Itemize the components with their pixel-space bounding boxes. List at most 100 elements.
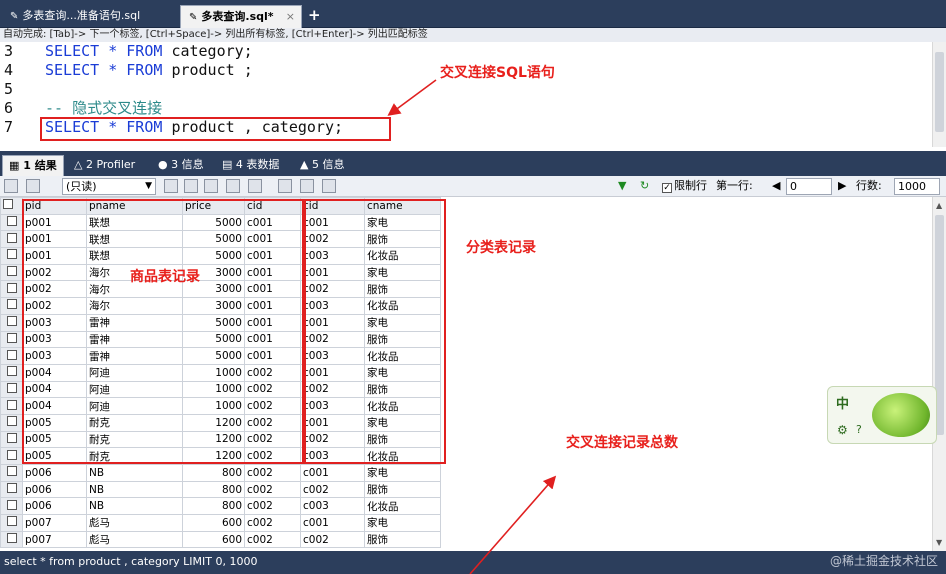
tab-info[interactable]: ● 3 信息 [152,155,210,176]
checkbox-icon[interactable] [6,216,17,227]
table-cell[interactable]: c002 [300,530,365,549]
table-cell[interactable]: p007 [22,530,87,549]
table-cell[interactable]: c002 [244,464,301,482]
row-selector[interactable] [0,464,23,482]
row-selector[interactable] [0,397,23,415]
table-row[interactable]: p007 彪马 600 c002 c002 服饰 [0,530,441,549]
tab-info-2[interactable]: ▲ 5 信息 [294,155,350,176]
table-cell[interactable]: c002 [244,497,301,516]
new-tab-button[interactable]: + [308,6,321,24]
help-icon[interactable]: ? [856,423,862,436]
row-selector[interactable] [0,280,23,299]
row-selector[interactable] [0,380,23,399]
row-selector[interactable] [0,230,23,249]
checkbox-icon[interactable] [6,266,17,277]
table-cell[interactable]: c002 [300,480,365,499]
ime-widget[interactable]: 中 ⚙ ? [827,386,937,444]
table-cell[interactable]: c002 [244,530,301,549]
row-selector[interactable] [0,297,23,315]
row-selector[interactable] [0,363,23,382]
checkbox-icon[interactable] [6,249,17,260]
row-selector[interactable] [0,530,23,549]
close-tab-icon[interactable]: × [286,6,295,28]
query-tab-prepare[interactable]: ✎ 多表查询...准备语句.sql [2,5,177,28]
table-cell[interactable]: c003 [300,497,365,516]
table-cell[interactable]: p006 [22,480,87,499]
tab-profiler[interactable]: △ 2 Profiler [68,155,141,176]
row-selector[interactable] [0,247,23,265]
table-cell[interactable]: 家电 [364,464,441,482]
checkbox-icon[interactable] [6,316,17,327]
table-cell[interactable]: p006 [22,497,87,516]
row-selector[interactable] [0,413,23,432]
checkbox-icon[interactable] [6,282,17,293]
checkbox-icon[interactable] [3,199,13,210]
checkbox-icon[interactable] [6,466,17,477]
code-line-comment[interactable]: -- 隐式交叉连接 [45,99,162,118]
checkbox-icon[interactable] [6,432,17,443]
row-selector[interactable] [0,313,23,332]
grid-scrollbar[interactable]: ▲ ▼ [932,197,946,551]
text-view-icon[interactable] [322,179,336,193]
table-row[interactable]: p006 NB 800 c002 c003 化妆品 [0,497,441,516]
table-cell[interactable]: 600 [182,530,245,549]
table-cell[interactable]: 800 [182,464,245,482]
table-cell[interactable]: c001 [300,514,365,532]
scroll-down-icon[interactable]: ▼ [936,538,942,547]
table-cell[interactable]: 800 [182,480,245,499]
scroll-thumb[interactable] [935,52,944,132]
code-line[interactable]: SELECT * FROM product ; [45,61,253,80]
code-line[interactable]: SELECT * FROM category; [45,42,253,61]
copy-icon[interactable] [164,179,178,193]
table-cell[interactable]: NB [86,464,183,482]
checkbox-icon[interactable] [6,499,17,510]
row-selector[interactable] [0,213,23,232]
row-selector[interactable] [0,447,23,465]
checkbox-icon[interactable] [6,299,17,310]
table-cell[interactable]: c002 [244,480,301,499]
add-row-icon[interactable] [4,179,18,193]
paste-icon[interactable] [184,179,198,193]
table-cell[interactable]: 家电 [364,514,441,532]
table-cell[interactable]: NB [86,497,183,516]
checkbox-icon[interactable] [6,232,17,243]
table-row[interactable]: p007 彪马 600 c002 c001 家电 [0,514,441,532]
result-mode-select[interactable]: (只读) ▼ [62,178,156,195]
checkbox-icon[interactable] [6,382,17,393]
tab-table-data[interactable]: ▤ 4 表数据 [216,155,285,176]
checkbox-icon[interactable] [6,349,17,360]
table-cell[interactable]: 800 [182,497,245,516]
table-cell[interactable]: 彪马 [86,514,183,532]
table-cell[interactable]: 化妆品 [364,497,441,516]
row-selector[interactable] [0,497,23,516]
table-row[interactable]: p006 NB 800 c002 c002 服饰 [0,480,441,499]
row-selector[interactable] [0,347,23,365]
reset-filter-icon[interactable]: ↻ [640,179,649,193]
prev-page-icon[interactable]: ◀ [772,179,780,193]
table-cell[interactable]: p007 [22,514,87,532]
first-row-input[interactable]: 0 [786,178,832,195]
delete-icon[interactable] [226,179,240,193]
form-view-icon[interactable] [300,179,314,193]
table-cell[interactable]: 服饰 [364,530,441,549]
rows-input[interactable]: 1000 [894,178,940,195]
save-icon[interactable] [204,179,218,193]
table-cell[interactable]: NB [86,480,183,499]
checkbox-icon[interactable] [6,332,17,343]
table-cell[interactable]: c002 [244,514,301,532]
next-page-icon[interactable]: ▶ [838,179,846,193]
gear-icon[interactable]: ⚙ [837,423,848,437]
scroll-up-icon[interactable]: ▲ [936,201,942,210]
row-selector[interactable] [0,330,23,349]
checkbox-icon[interactable] [6,533,17,544]
checkbox-icon[interactable] [6,449,17,460]
table-cell[interactable]: 服饰 [364,480,441,499]
checkbox-icon[interactable] [6,516,17,527]
grid-view-icon[interactable] [278,179,292,193]
refresh-icon[interactable] [248,179,262,193]
table-cell[interactable]: p006 [22,464,87,482]
row-selector[interactable] [0,480,23,499]
table-cell[interactable]: c001 [300,464,365,482]
row-selector[interactable] [0,430,23,449]
table-row[interactable]: p006 NB 800 c002 c001 家电 [0,464,441,482]
